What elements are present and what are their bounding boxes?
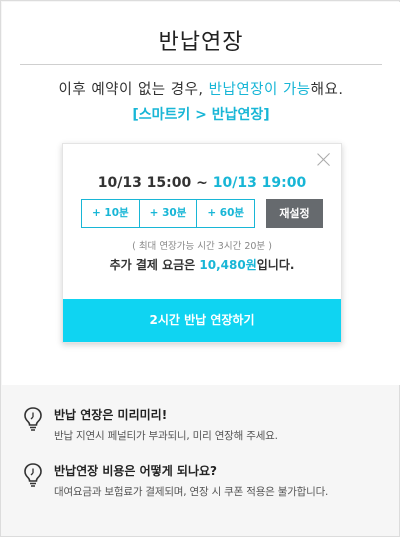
faq-question: 반납 연장은 미리미리! bbox=[54, 408, 168, 422]
max-extension-note: ( 최대 연장가능 시간 3시간 20분 ) bbox=[132, 241, 272, 252]
time-from: 10/13 15:00 bbox=[97, 175, 192, 191]
page-title: 반납연장 bbox=[158, 30, 244, 55]
extend-30min-button[interactable]: + 30분 bbox=[138, 200, 197, 227]
faq-question: 반납연장 비용은 어떻게 되나요? bbox=[54, 464, 218, 478]
extension-card: 10/13 15:00 ~ 10/13 19:00 + 10분 + 30분 + … bbox=[62, 143, 342, 343]
fee-suffix: 입니다. bbox=[256, 258, 295, 272]
fee-amount: 10,480원 bbox=[199, 258, 257, 272]
faq-answer: 반납 지연시 페널티가 부과되니, 미리 연장해 주세요. bbox=[54, 430, 278, 442]
extend-60min-button[interactable]: + 60분 bbox=[196, 200, 254, 227]
title-divider bbox=[20, 64, 382, 65]
modal-frame: 반납연장 이후 예약이 없는 경우, 반납연장이 가능해요. [스마트키 > 반… bbox=[0, 0, 400, 537]
time-to: 10/13 19:00 bbox=[212, 175, 307, 191]
info-message-prefix: 이후 예약이 없는 경우, bbox=[58, 82, 209, 98]
modal-top-section: 반납연장 이후 예약이 없는 경우, 반납연장이 가능해요. [스마트키 > 반… bbox=[2, 2, 400, 385]
faq-answer: 대여요금과 보험료가 결제되며, 연장 시 쿠폰 적용은 불가합니다. bbox=[54, 486, 329, 498]
time-separator: ~ bbox=[191, 175, 213, 191]
reset-button[interactable]: 재설정 bbox=[266, 199, 323, 228]
info-message-accent: 반납연장이 가능 bbox=[208, 82, 311, 98]
extend-button-group: + 10분 + 30분 + 60분 bbox=[81, 199, 255, 228]
lightbulb-icon bbox=[24, 463, 42, 487]
fee-prefix: 추가 결제 요금은 bbox=[109, 258, 200, 272]
extend-10min-button[interactable]: + 10분 bbox=[82, 200, 139, 227]
info-message-suffix: 해요. bbox=[310, 82, 344, 98]
confirm-extension-button[interactable]: 2시간 반납 연장하기 bbox=[63, 299, 341, 342]
additional-fee: 추가 결제 요금은 10,480원입니다. bbox=[63, 256, 341, 273]
info-message: 이후 예약이 없는 경우, 반납연장이 가능해요. bbox=[2, 78, 400, 99]
time-range: 10/13 15:00 ~ 10/13 19:00 bbox=[63, 175, 341, 191]
lightbulb-icon bbox=[24, 407, 42, 431]
close-icon[interactable] bbox=[317, 152, 331, 166]
menu-path: [스마트키 > 반납연장] bbox=[132, 107, 270, 123]
